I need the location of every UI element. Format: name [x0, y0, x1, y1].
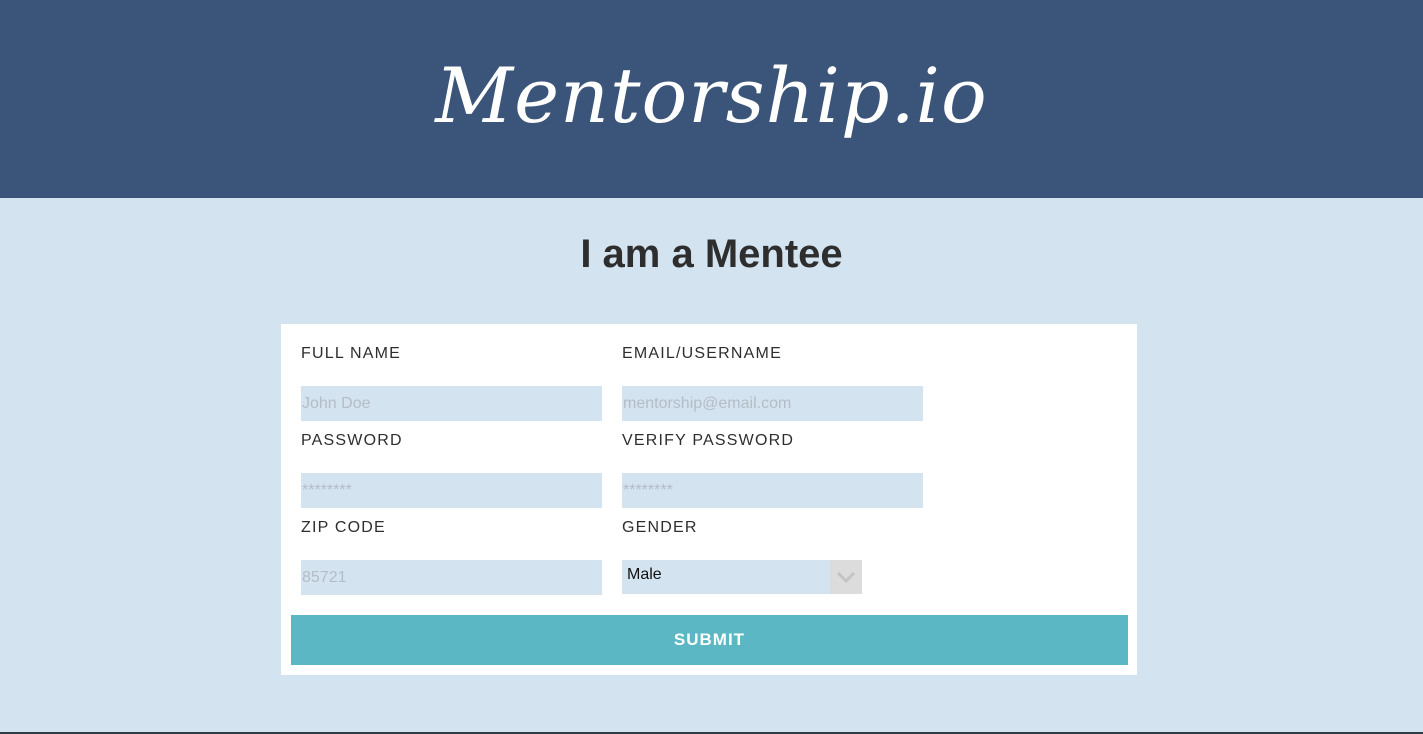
verify-password-label: VERIFY PASSWORD [622, 432, 795, 449]
password-label: PASSWORD [301, 432, 403, 449]
logo[interactable]: Mentorship.io [435, 51, 988, 140]
zip-code-label: ZIP CODE [301, 519, 386, 536]
gender-select-value: Male [627, 566, 662, 583]
password-input[interactable] [301, 473, 602, 508]
zip-code-input[interactable] [301, 560, 602, 595]
page-title: I am a Mentee [580, 232, 843, 276]
gender-label: GENDER [622, 519, 698, 536]
chevron-down-icon[interactable] [830, 560, 862, 594]
full-name-input[interactable] [301, 386, 602, 421]
gender-field: GENDER Male [622, 518, 862, 594]
full-name-field: FULL NAME [301, 344, 602, 421]
email-input[interactable] [622, 386, 923, 421]
gender-select[interactable]: Male [622, 560, 862, 594]
signup-form: FULL NAME EMAIL/USERNAME PASSWORD VERIFY… [281, 324, 1137, 675]
password-field: PASSWORD [301, 431, 602, 508]
full-name-label: FULL NAME [301, 345, 402, 362]
submit-button[interactable]: SUBMIT [291, 615, 1128, 665]
verify-password-field: VERIFY PASSWORD [622, 431, 923, 508]
zip-code-field: ZIP CODE [301, 518, 602, 595]
email-field: EMAIL/USERNAME [622, 344, 923, 421]
email-label: EMAIL/USERNAME [622, 345, 782, 362]
site-header: Mentorship.io [0, 0, 1423, 198]
verify-password-input[interactable] [622, 473, 923, 508]
